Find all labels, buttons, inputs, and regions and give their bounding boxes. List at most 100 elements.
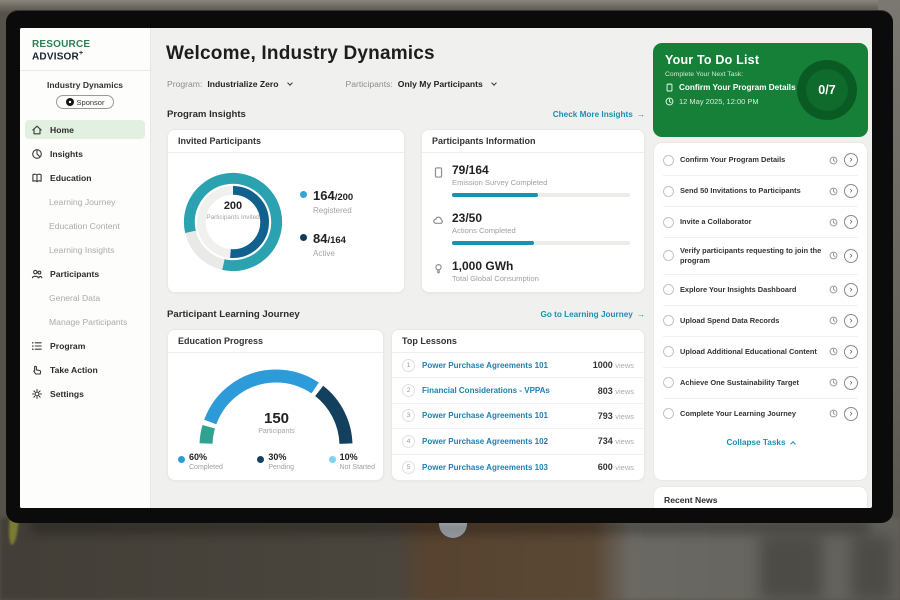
lesson-views: 734 views <box>598 436 634 446</box>
sidebar-item-education-content[interactable]: Education Content <box>25 216 145 235</box>
task-label: Explore Your Insights Dashboard <box>680 285 823 295</box>
lesson-link[interactable]: Power Purchase Agreements 101 <box>422 361 593 370</box>
task-label: Verify participants requesting to join t… <box>680 246 823 266</box>
lesson-link[interactable]: Power Purchase Agreements 102 <box>422 437 598 446</box>
card-title: Top Lessons <box>392 330 644 353</box>
chevron-down-icon[interactable] <box>287 80 293 86</box>
sidebar-item-participants[interactable]: Participants <box>25 264 145 283</box>
top-lessons-card: Top Lessons 1 Power Purchase Agreements … <box>391 329 645 481</box>
chevron-right-icon[interactable] <box>844 314 858 328</box>
chevron-right-icon[interactable] <box>844 184 858 198</box>
sidebar-item-learning-journey[interactable]: Learning Journey <box>25 192 145 211</box>
go-to-learning-journey-link[interactable]: Go to Learning Journey <box>540 310 645 319</box>
lesson-link[interactable]: Power Purchase Agreements 101 <box>422 411 598 420</box>
legend-active: 84/164 Active <box>300 230 353 258</box>
chevron-up-icon <box>790 441 796 447</box>
check-more-insights-link[interactable]: Check More Insights <box>553 110 645 119</box>
pending-label: Pending <box>268 464 294 471</box>
sidebar-item-label: Participants <box>50 269 99 279</box>
task-label: Send 50 Invitations to Participants <box>680 186 823 196</box>
stat-value: 79/164 <box>452 163 634 177</box>
registered-value: 164 <box>313 188 335 203</box>
logo-primary: RESOURCE <box>32 39 90 50</box>
card-title: Invited Participants <box>168 130 404 153</box>
task-checkbox[interactable] <box>663 250 674 261</box>
sidebar-item-program[interactable]: Program <box>25 336 145 355</box>
gauge-legend: 60% Completed 30% Pending 10% Not Starte… <box>178 452 375 471</box>
active-total: /164 <box>327 235 346 246</box>
views-label: views <box>615 387 634 396</box>
task-checkbox[interactable] <box>663 217 674 228</box>
invited-participants-card: Invited Participants 200 Participants In… <box>167 129 405 293</box>
task-row[interactable]: Achieve One Sustainability Target <box>663 368 858 399</box>
sidebar-item-learning-insights[interactable]: Learning Insights <box>25 240 145 259</box>
todo-next-task: Confirm Your Program Details <box>679 83 796 92</box>
task-row[interactable]: Confirm Your Program Details <box>663 145 858 176</box>
chevron-right-icon[interactable] <box>844 345 858 359</box>
chevron-down-icon[interactable] <box>491 80 497 86</box>
task-row[interactable]: Explore Your Insights Dashboard <box>663 275 858 306</box>
sidebar-item-manage-participants[interactable]: Manage Participants <box>25 312 145 331</box>
clock-icon <box>829 378 838 387</box>
task-row[interactable]: Verify participants requesting to join t… <box>663 238 858 275</box>
chevron-right-icon[interactable] <box>844 407 858 421</box>
lesson-link[interactable]: Financial Considerations - VPPAs <box>422 386 598 395</box>
logo-plus: + <box>79 50 83 57</box>
task-row[interactable]: Complete Your Learning Journey <box>663 399 858 429</box>
monitor-bezel: RESOURCE ADVISOR+ Industry Dynamics Spon… <box>6 10 893 523</box>
task-row[interactable]: Send 50 Invitations to Participants <box>663 176 858 207</box>
task-checkbox[interactable] <box>663 377 674 388</box>
pie-chart-icon <box>31 148 43 160</box>
completed-label: Completed <box>189 464 223 471</box>
sidebar-item-education[interactable]: Education <box>25 168 145 187</box>
program-filter-value[interactable]: Industrialize Zero <box>207 79 278 89</box>
card-title: Education Progress <box>168 330 383 353</box>
task-row[interactable]: Upload Additional Educational Content <box>663 337 858 368</box>
sponsor-badge: Sponsor <box>56 95 114 109</box>
chevron-right-icon[interactable] <box>844 215 858 229</box>
sidebar-item-label: Learning Journey <box>49 197 115 207</box>
task-checkbox[interactable] <box>663 346 674 357</box>
views-count: 793 <box>598 411 613 421</box>
lesson-row: 5 Power Purchase Agreements 103 600 view… <box>392 455 644 480</box>
education-gauge-chart <box>186 358 366 454</box>
task-checkbox[interactable] <box>663 408 674 419</box>
sidebar-item-insights[interactable]: Insights <box>25 144 145 163</box>
chevron-right-icon[interactable] <box>844 153 858 167</box>
views-label: views <box>615 463 634 472</box>
participants-filter-value[interactable]: Only My Participants <box>398 79 483 89</box>
chevron-right-icon[interactable] <box>844 376 858 390</box>
task-row[interactable]: Invite a Collaborator <box>663 207 858 238</box>
stat-label: Emission Survey Completed <box>452 178 634 187</box>
sidebar-item-general-data[interactable]: General Data <box>25 288 145 307</box>
task-checkbox[interactable] <box>663 155 674 166</box>
views-count: 803 <box>598 386 613 396</box>
task-checkbox[interactable] <box>663 186 674 197</box>
legend-dot-registered <box>300 191 307 198</box>
lesson-link[interactable]: Power Purchase Agreements 103 <box>422 463 598 472</box>
task-label: Complete Your Learning Journey <box>680 409 823 419</box>
participants-information-card: Participants Information 79/164 Emission… <box>421 129 645 293</box>
todo-counter-ring: 0/7 <box>797 60 857 120</box>
task-row[interactable]: Upload Spend Data Records <box>663 306 858 337</box>
lesson-views: 793 views <box>598 411 634 421</box>
chevron-right-icon[interactable] <box>844 283 858 297</box>
sidebar-item-settings[interactable]: Settings <box>25 384 145 403</box>
collapse-tasks-link[interactable]: Collapse Tasks <box>663 429 858 451</box>
legend-dot-completed <box>178 456 185 463</box>
task-checkbox[interactable] <box>663 284 674 295</box>
stat-actions: 23/50 Actions Completed <box>432 211 634 245</box>
todo-counter: 0/7 <box>806 69 848 111</box>
legend-dot-active <box>300 234 307 241</box>
recent-news-card: Recent News <box>653 486 868 508</box>
lesson-rank: 5 <box>402 461 415 474</box>
sidebar-item-take-action[interactable]: Take Action <box>25 360 145 379</box>
sidebar-nav: Home Insights Education Learning Journey… <box>20 118 150 405</box>
invited-donut-chart: 200 Participants Invited <box>173 162 293 282</box>
lesson-views: 1000 views <box>593 360 634 370</box>
clipboard-icon <box>665 83 674 92</box>
task-checkbox[interactable] <box>663 315 674 326</box>
chevron-right-icon[interactable] <box>844 249 858 263</box>
clock-icon <box>665 97 674 106</box>
sidebar-item-home[interactable]: Home <box>25 120 145 139</box>
